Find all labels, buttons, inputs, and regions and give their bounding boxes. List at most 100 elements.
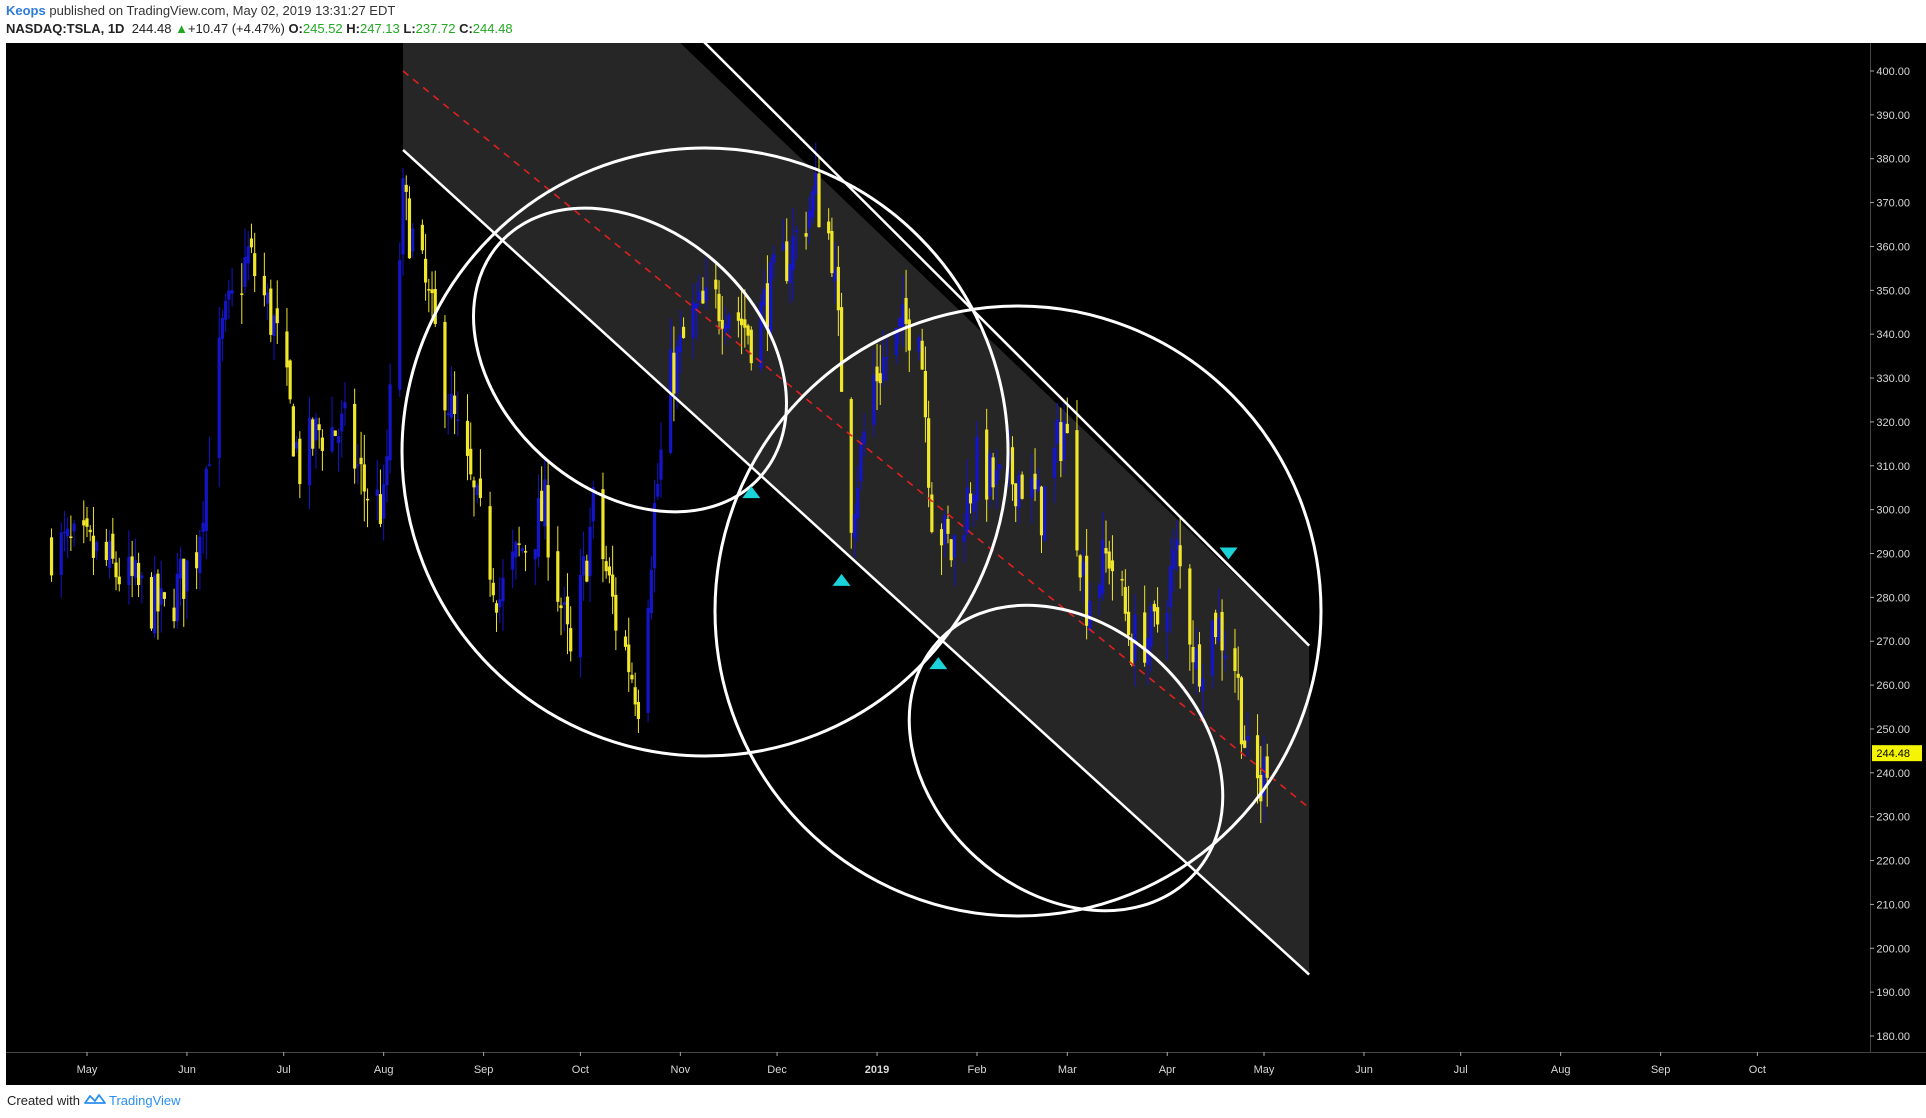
candle-body [762, 288, 766, 306]
candle-body [117, 576, 121, 585]
candle-body [585, 560, 589, 582]
candle-body [652, 503, 657, 569]
candle-body [769, 262, 773, 335]
candle-body [878, 373, 882, 384]
candle-body [288, 360, 292, 400]
candle-body [559, 605, 563, 609]
candle-body [807, 210, 811, 229]
candle-body [49, 537, 54, 576]
candle-body [681, 326, 686, 338]
candle-body [1110, 560, 1115, 572]
candle-body [182, 558, 186, 599]
time-tick-label: May [1254, 1064, 1275, 1076]
candle-body [578, 575, 582, 658]
candle-body [569, 628, 573, 652]
price-tick-label: 240.00 [1876, 768, 1910, 780]
candle-body [1197, 644, 1202, 687]
candle-body [198, 536, 202, 574]
candle-body [475, 484, 479, 496]
candle-body [898, 318, 902, 327]
candle-body [195, 552, 199, 569]
candle-body [388, 384, 392, 461]
candle-body [917, 337, 921, 353]
candle-body [1123, 587, 1127, 614]
candle-body [411, 228, 415, 252]
candle-body [540, 490, 544, 522]
candle-body [217, 337, 221, 458]
candle-body [69, 536, 73, 538]
candle-body [246, 246, 250, 264]
candle-body [636, 702, 641, 719]
candle-body [153, 575, 157, 634]
candle-body [1214, 612, 1218, 638]
candle-body [427, 289, 431, 291]
candle-body [949, 539, 953, 561]
candle-body [607, 566, 611, 576]
candle-body [994, 469, 998, 485]
candle-body [743, 319, 747, 328]
candle-body [885, 357, 889, 359]
time-tick-label: May [77, 1064, 98, 1076]
candle-body [1265, 756, 1269, 778]
candle-body [265, 292, 270, 304]
candle-body [359, 457, 363, 465]
time-tick-label: Jun [1355, 1064, 1373, 1076]
candle-body [904, 297, 908, 324]
candle-body [95, 541, 99, 552]
candle-body [227, 290, 231, 300]
candle-body [443, 321, 447, 411]
candle-body [565, 596, 570, 625]
candle-body [336, 435, 341, 444]
candle-body [1010, 447, 1015, 485]
candle-body [520, 548, 524, 552]
price-chart[interactable]: 180.00 190.00 200.00 210.00 220.00 230.00 240.… [0, 0, 1926, 1118]
candle-body [1188, 568, 1192, 645]
candle-body [1168, 566, 1173, 608]
candle-body [382, 484, 386, 519]
candle-body [804, 233, 808, 237]
candle-body [794, 230, 799, 233]
candle-body [1062, 421, 1066, 460]
candle-body [701, 290, 705, 304]
candle-body [1149, 605, 1153, 647]
candle-body [1133, 614, 1137, 661]
candle-body [1036, 479, 1040, 492]
candle-body [859, 442, 863, 482]
candle-body [1220, 611, 1224, 651]
candle-body [362, 464, 366, 492]
tradingview-brand-link[interactable]: TradingView [109, 1093, 181, 1108]
candle-body [765, 283, 770, 328]
price-tick-label: 350.00 [1876, 285, 1910, 297]
candle-body [939, 529, 944, 546]
last-price-label: 244.48 [1876, 748, 1910, 760]
candle-body [1126, 611, 1131, 636]
price-tick-label: 190.00 [1876, 987, 1910, 999]
time-tick-label: Sep [474, 1064, 494, 1076]
candle-body [1210, 620, 1215, 676]
candle-body [546, 485, 550, 558]
candle-body [1039, 486, 1044, 536]
candle-body [907, 319, 911, 351]
candle-body [240, 293, 244, 295]
candle-body [1014, 483, 1018, 507]
candle-body [320, 437, 324, 451]
candle-body [740, 318, 744, 326]
candle-body [1217, 617, 1221, 641]
candle-body [581, 556, 586, 576]
candle-body [646, 607, 650, 713]
candle-body [588, 526, 592, 577]
candle-body [511, 551, 515, 570]
candle-body [627, 644, 631, 673]
price-tick-label: 390.00 [1876, 110, 1910, 122]
candle-body [749, 329, 753, 364]
candle-body [456, 419, 460, 421]
candle-body [488, 506, 492, 580]
candle-body [1033, 473, 1037, 490]
time-tick-label: Mar [1058, 1064, 1077, 1076]
candle-body [107, 541, 112, 568]
candle-body [230, 290, 234, 294]
candle-body [378, 494, 383, 524]
candle-body [604, 561, 608, 572]
candle-body [204, 468, 208, 532]
candle-body [965, 487, 969, 534]
